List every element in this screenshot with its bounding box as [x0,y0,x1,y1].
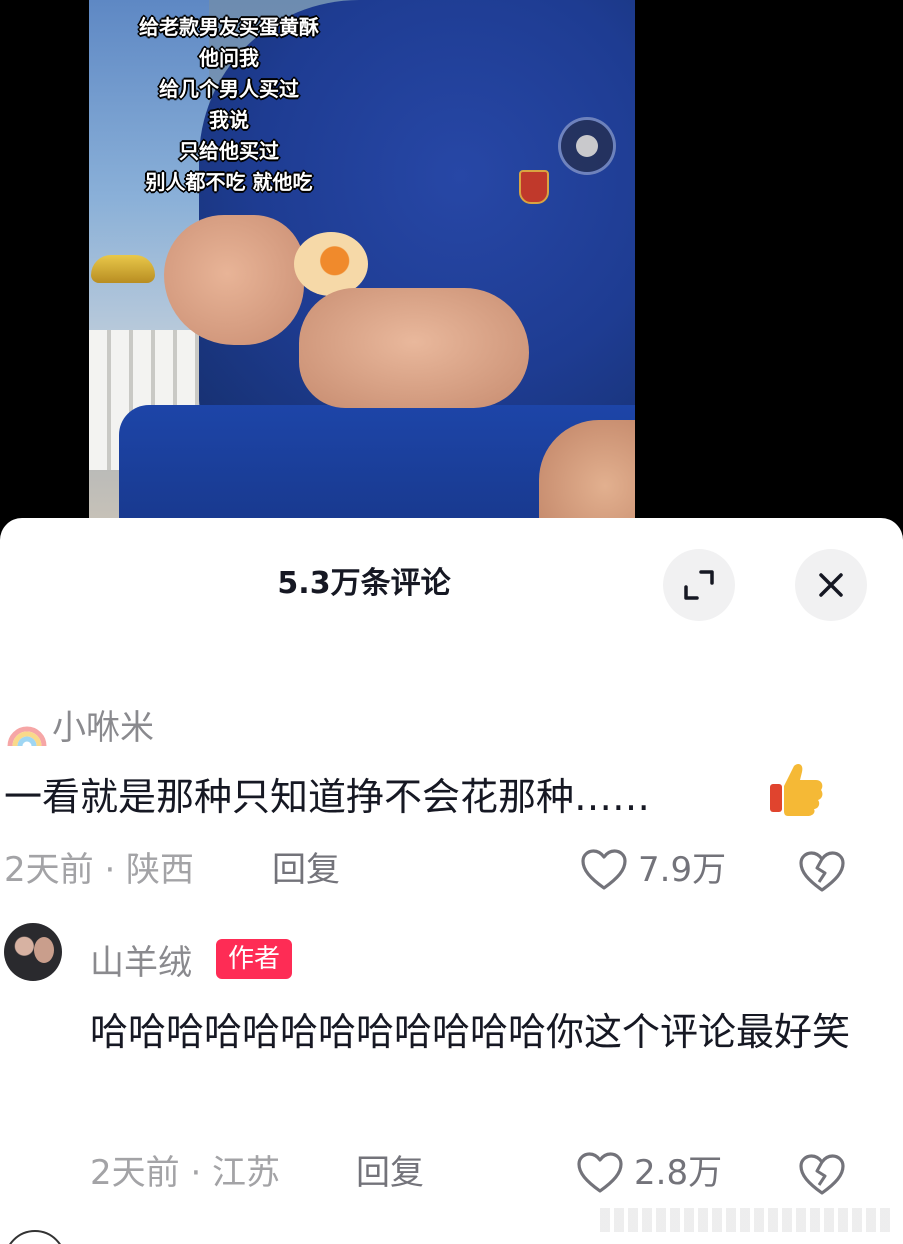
video-bananas [91,255,155,283]
shirt-badge-icon [519,170,549,204]
heart-icon[interactable] [576,1151,624,1195]
like-count: 2.8万 [634,1153,723,1193]
floating-record-button[interactable] [561,120,613,172]
heart-icon[interactable] [580,848,628,892]
rainbow-icon [7,726,47,747]
broken-heart-icon[interactable] [798,1151,846,1197]
caption-line: 给几个男人买过 [159,77,299,101]
like-count: 7.9万 [638,850,727,890]
caption-line: 我说 [209,108,249,132]
comment-time-location: 2天前 · 江苏 [90,1153,281,1193]
watermark [600,1208,890,1232]
comment-username[interactable]: 山羊绒 [90,935,192,984]
video-caption: 给老款男友买蛋黄酥 他问我 给几个男人买过 我说 只给他买过 别人都不吃 就他吃 [109,12,349,198]
comment-username[interactable]: 小咻米 [52,700,154,749]
avatar[interactable] [4,923,62,981]
caption-line: 给老款男友买蛋黄酥 [139,15,319,39]
expand-button[interactable] [663,549,735,621]
reply-button[interactable]: 回复 [272,842,340,891]
expand-icon [684,570,714,600]
comment-count-title: 5.3万条评论 [277,566,451,601]
comment-text: 哈哈哈哈哈哈哈哈哈哈哈哈你这个评论最好笑 [90,1010,851,1054]
egg-yolk-pastry [294,232,368,296]
comment-sheet: 5.3万条评论 小咻米 一看就是那种只知道挣不会花那种…… 2天前 · 陕西 回… [0,518,903,1244]
comment-text: 一看就是那种只知道挣不会花那种…… [4,775,651,819]
close-icon [819,573,843,597]
video-person-hand [164,215,304,345]
caption-line: 别人都不吃 就他吃 [145,170,313,194]
video-player[interactable]: 给老款男友买蛋黄酥 他问我 给几个男人买过 我说 只给他买过 别人都不吃 就他吃 [89,0,635,530]
reply-button[interactable]: 回复 [356,1145,424,1194]
caption-line: 只给他买过 [179,139,279,163]
caption-line: 他问我 [199,46,259,70]
close-button[interactable] [795,549,867,621]
avatar[interactable] [4,1230,66,1244]
video-person-hand-right [299,288,529,408]
comment-time-location: 2天前 · 陕西 [4,850,195,890]
broken-heart-icon[interactable] [798,848,846,894]
author-badge: 作者 [216,939,293,979]
thumbs-up-icon [770,764,823,816]
